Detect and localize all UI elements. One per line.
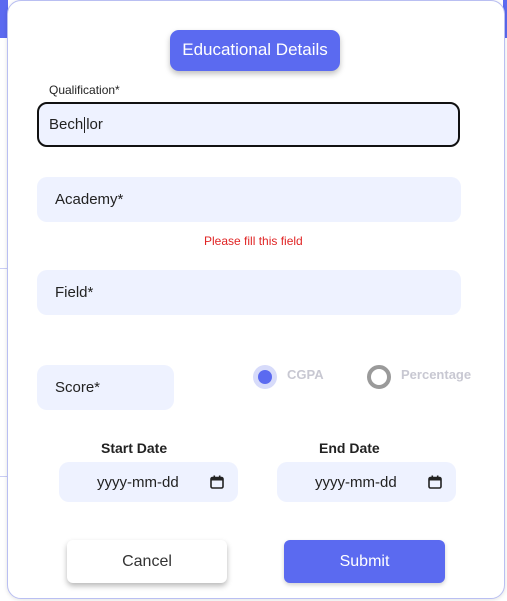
calendar-icon[interactable] bbox=[428, 475, 442, 489]
field-input[interactable]: Field* bbox=[37, 270, 461, 315]
radio-percentage[interactable]: Percentage bbox=[367, 365, 471, 389]
score-placeholder: Score* bbox=[55, 379, 101, 396]
radio-cgpa-label: CGPA bbox=[287, 366, 324, 382]
score-input[interactable]: Score* bbox=[37, 365, 174, 410]
qualification-input[interactable]: Bech lor bbox=[37, 102, 460, 147]
radio-cgpa[interactable]: CGPA bbox=[253, 365, 324, 389]
text-caret bbox=[84, 116, 86, 133]
end-date-value: yyyy-mm-dd bbox=[315, 473, 397, 491]
academy-placeholder: Academy* bbox=[55, 191, 124, 208]
end-date-label: End Date bbox=[319, 440, 380, 456]
radio-percentage-label: Percentage bbox=[401, 366, 472, 382]
qualification-value-end: lor bbox=[86, 116, 103, 133]
educational-details-modal: Educational Details Qualification* Bech l… bbox=[7, 0, 505, 599]
field-placeholder: Field* bbox=[55, 284, 94, 301]
academy-error-message: Please fill this field bbox=[204, 234, 303, 248]
cancel-button[interactable]: Cancel bbox=[67, 540, 227, 583]
radio-unchecked-icon bbox=[367, 365, 391, 389]
start-date-input[interactable]: yyyy-mm-dd bbox=[59, 462, 238, 502]
radio-checked-icon bbox=[253, 365, 277, 389]
end-date-input[interactable]: yyyy-mm-dd bbox=[277, 462, 456, 502]
background-divider bbox=[0, 476, 7, 477]
calendar-icon[interactable] bbox=[210, 475, 224, 489]
start-date-value: yyyy-mm-dd bbox=[97, 473, 179, 491]
qualification-caption: Qualification* bbox=[49, 83, 120, 97]
modal-title: Educational Details bbox=[170, 30, 340, 71]
submit-button[interactable]: Submit bbox=[284, 540, 445, 583]
background-divider bbox=[0, 268, 7, 269]
academy-input[interactable]: Academy* bbox=[37, 177, 461, 222]
start-date-label: Start Date bbox=[101, 440, 168, 456]
qualification-value-start: Bech bbox=[49, 116, 84, 133]
